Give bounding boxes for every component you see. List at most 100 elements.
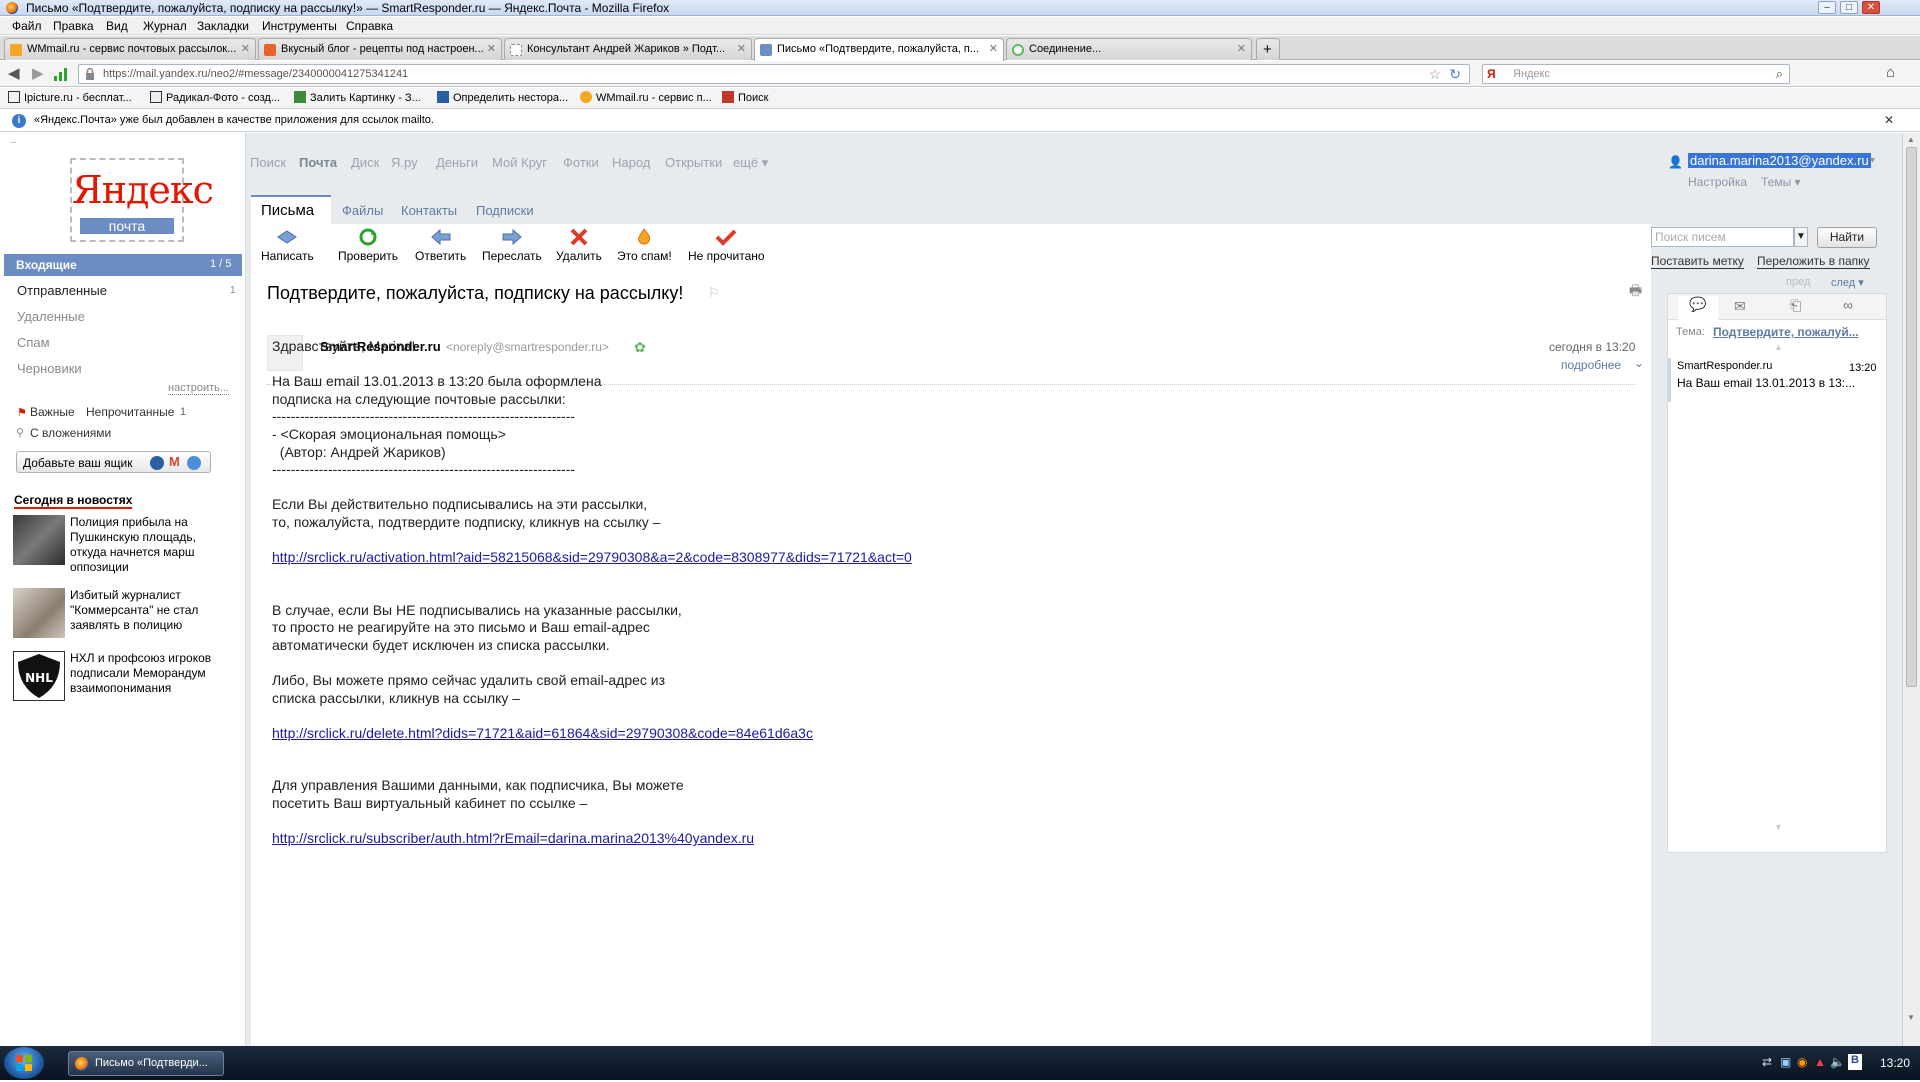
clock[interactable]: 13:20: [1880, 1056, 1910, 1070]
menu-file[interactable]: Файл: [12, 19, 42, 33]
envelope-icon[interactable]: ✉: [1734, 298, 1746, 315]
reply-button[interactable]: Ответить: [415, 228, 466, 263]
bookmark-upload-image[interactable]: Залить Картинку - З...: [294, 91, 421, 104]
spam-button[interactable]: Это спам!: [617, 228, 672, 263]
mail-search-input[interactable]: Поиск писем: [1651, 227, 1794, 247]
paperclip-icon[interactable]: ⎗: [1790, 297, 1801, 314]
folder-sent[interactable]: Отправленные: [17, 283, 107, 298]
put-label-link[interactable]: Поставить метку: [1651, 254, 1744, 269]
tray-app-icon[interactable]: ◉: [1797, 1055, 1807, 1069]
yandex-logo[interactable]: Яндекс почта: [70, 158, 214, 242]
forward-button[interactable]: Переслать: [482, 228, 542, 263]
chevron-up-icon[interactable]: ▲: [1774, 342, 1783, 352]
topnav-moikrug[interactable]: Мой Круг: [492, 155, 547, 170]
menu-tools[interactable]: Инструменты: [262, 19, 337, 33]
close-tab-icon[interactable]: ✕: [1237, 42, 1246, 55]
menu-history[interactable]: Журнал: [143, 19, 187, 33]
add-mailbox-button[interactable]: Добавьте ваш ящик M: [16, 451, 211, 473]
topnav-fotki[interactable]: Фотки: [563, 155, 599, 170]
tab-contacts[interactable]: Контакты: [401, 203, 457, 218]
collapse-icon[interactable]: −: [10, 137, 16, 149]
close-tab-icon[interactable]: ✕: [241, 42, 250, 55]
folder-spam[interactable]: Спам: [17, 335, 50, 350]
mark-unread-button[interactable]: Не прочитано: [688, 228, 765, 263]
important-filter[interactable]: Важные: [30, 405, 75, 419]
menu-edit[interactable]: Правка: [53, 19, 94, 33]
scroll-up-icon[interactable]: ▲: [1907, 135, 1915, 144]
volume-icon[interactable]: 🔈: [1830, 1055, 1845, 1069]
tab-connecting[interactable]: Соединение... ✕: [1006, 38, 1252, 60]
unsubscribe-link[interactable]: http://srclick.ru/delete.html?dids=71721…: [272, 725, 813, 741]
start-button[interactable]: [4, 1047, 44, 1079]
minimize-button[interactable]: –: [1818, 1, 1836, 14]
user-email[interactable]: darina.marina2013@yandex.ru: [1688, 153, 1871, 168]
chevron-down-icon[interactable]: ⌄: [1634, 356, 1644, 370]
news-item[interactable]: Полиция прибыла на Пушкинскую площадь, о…: [70, 515, 230, 575]
topnav-disk[interactable]: Диск: [351, 155, 379, 170]
menu-bookmarks[interactable]: Закладки: [197, 19, 249, 33]
tab-consultant[interactable]: Консультант Андрей Жариков » Подт... ✕: [504, 38, 752, 60]
topnav-yaru[interactable]: Я.ру: [391, 155, 418, 170]
details-link[interactable]: подробнее: [1561, 358, 1621, 372]
close-window-button[interactable]: ✕: [1862, 1, 1880, 14]
home-icon[interactable]: ⌂: [1886, 64, 1895, 81]
find-button[interactable]: Найти: [1817, 227, 1877, 248]
bookmark-ipicture[interactable]: Ipicture.ru - бесплат...: [8, 91, 132, 104]
topnav-postcards[interactable]: Открытки: [665, 155, 722, 170]
language-icon[interactable]: В: [1848, 1054, 1862, 1070]
search-dropdown-icon[interactable]: ▼: [1794, 227, 1808, 247]
news-thumbnail[interactable]: [13, 588, 65, 638]
close-tab-icon[interactable]: ✕: [989, 42, 998, 55]
bookmark-determine[interactable]: Определить нестора...: [437, 91, 568, 104]
page-scrollbar[interactable]: ▲ ▼: [1902, 133, 1920, 1046]
topnav-narod[interactable]: Народ: [612, 155, 650, 170]
close-tab-icon[interactable]: ✕: [737, 42, 746, 55]
chat-bubble-icon[interactable]: 💬: [1678, 296, 1718, 320]
settings-link[interactable]: Настройка: [1688, 175, 1747, 189]
topnav-search[interactable]: Поиск: [250, 155, 286, 170]
compose-button[interactable]: Написать: [261, 228, 314, 263]
bookmark-star-icon[interactable]: ☆: [1428, 66, 1441, 83]
chevron-down-icon[interactable]: ▼: [1774, 822, 1783, 832]
news-item[interactable]: Избитый журналист "Коммерсанта" не стал …: [70, 588, 230, 633]
display-icon[interactable]: ▣: [1780, 1055, 1791, 1069]
subscriber-cabinet-link[interactable]: http://srclick.ru/subscriber/auth.html?r…: [272, 830, 754, 846]
check-mail-button[interactable]: Проверить: [338, 228, 398, 263]
thread-message-item[interactable]: SmartResponder.ru 13:20 На Ваш email 13.…: [1668, 358, 1886, 402]
antivirus-icon[interactable]: ▲: [1814, 1055, 1826, 1069]
unread-filter[interactable]: Непрочитанные: [86, 405, 174, 419]
search-icon[interactable]: ⌕: [1776, 66, 1783, 82]
forward-icon[interactable]: ▶: [32, 64, 44, 82]
tab-wmmail[interactable]: WMmail.ru - сервис почтовых рассылок... …: [4, 38, 256, 60]
back-icon[interactable]: ◀: [8, 64, 20, 82]
tab-yandex-mail[interactable]: Письмо «Подтвердите, пожалуйста, п... ✕: [754, 38, 1004, 61]
next-link[interactable]: след ▾: [1831, 276, 1864, 289]
folder-inbox[interactable]: Входящие 1 / 5: [4, 254, 242, 276]
bookmark-radikal[interactable]: Радикал-Фото - созд...: [150, 91, 280, 104]
scroll-down-icon[interactable]: ▼: [1907, 1013, 1915, 1022]
tab-blog[interactable]: Вкусный блог - рецепты под настроен... ✕: [258, 38, 502, 60]
folder-drafts[interactable]: Черновики: [17, 361, 82, 376]
close-tab-icon[interactable]: ✕: [487, 42, 496, 55]
network-icon[interactable]: ⇄: [1762, 1055, 1772, 1069]
taskbar-firefox-item[interactable]: Письмо «Подтверди...: [68, 1051, 224, 1076]
news-thumbnail[interactable]: [13, 515, 65, 565]
link-icon[interactable]: ∞: [1843, 297, 1853, 313]
topic-link[interactable]: Подтвердите, пожалуй...: [1713, 325, 1859, 339]
attachments-filter[interactable]: С вложениями: [30, 426, 111, 440]
bookmark-wmmail[interactable]: WMmail.ru - сервис п...: [580, 91, 712, 104]
user-menu-arrow-icon[interactable]: ▾: [1870, 155, 1875, 166]
topnav-money[interactable]: Деньги: [436, 155, 478, 170]
yandex-search-icon[interactable]: Я: [1487, 67, 1496, 81]
flag-icon[interactable]: ⚐: [708, 285, 720, 301]
reload-icon[interactable]: ↻: [1449, 66, 1461, 83]
news-item[interactable]: НХЛ и профсоюз игроков подписали Меморан…: [70, 651, 230, 696]
bookmark-search[interactable]: Поиск: [722, 91, 768, 104]
maximize-button[interactable]: □: [1840, 1, 1858, 14]
menu-help[interactable]: Справка: [346, 19, 393, 33]
themes-link[interactable]: Темы ▾: [1761, 175, 1801, 189]
new-tab-button[interactable]: +: [1256, 38, 1280, 60]
topnav-mail[interactable]: Почта: [299, 155, 337, 170]
topnav-more[interactable]: ещё ▾: [733, 155, 768, 171]
nhl-logo-icon[interactable]: NHL: [13, 651, 65, 701]
